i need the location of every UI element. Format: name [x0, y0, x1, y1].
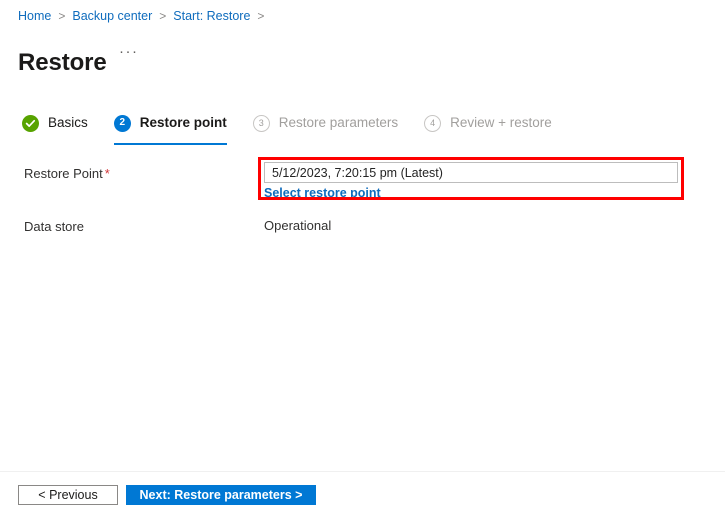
breadcrumb-separator-icon: > [257, 9, 265, 23]
page-title: Restore [18, 49, 107, 77]
wizard-steps: Basics 2 Restore point 3 Restore paramet… [22, 110, 578, 145]
required-asterisk: * [104, 166, 110, 181]
breadcrumb-item-home[interactable]: Home [18, 8, 51, 24]
form-row-data-store: Data store Operational [0, 213, 725, 239]
restore-point-label-text: Restore Point [24, 166, 103, 181]
wizard-step-restore-point[interactable]: 2 Restore point [113, 110, 227, 145]
more-options-icon[interactable]: ··· [117, 41, 141, 63]
footer-divider [0, 471, 725, 472]
wizard-footer: < Previous Next: Restore parameters > [18, 485, 316, 505]
data-store-value: Operational [264, 218, 332, 233]
wizard-step-label-review-restore: Review + restore [450, 115, 552, 130]
previous-button[interactable]: < Previous [18, 485, 118, 505]
wizard-step-basics[interactable]: Basics [22, 110, 88, 136]
breadcrumb-item-start-restore[interactable]: Start: Restore [173, 8, 250, 24]
check-circle-icon [22, 114, 39, 132]
step-number-badge: 2 [113, 114, 131, 132]
wizard-step-label-basics: Basics [48, 115, 88, 130]
restore-point-input[interactable] [264, 162, 678, 183]
breadcrumb-item-backup-center[interactable]: Backup center [72, 8, 152, 24]
wizard-step-label-restore-parameters: Restore parameters [278, 115, 399, 130]
step-number-badge: 3 [252, 114, 270, 132]
wizard-step-restore-parameters[interactable]: 3 Restore parameters [252, 110, 399, 136]
wizard-step-label-restore-point: Restore point [139, 115, 227, 130]
breadcrumb-separator-icon: > [159, 9, 167, 23]
breadcrumb: Home > Backup center > Start: Restore > [18, 8, 271, 24]
breadcrumb-separator-icon: > [58, 9, 66, 23]
restore-point-label: Restore Point * [24, 160, 264, 183]
step-number-badge: 4 [424, 114, 442, 132]
select-restore-point-link[interactable]: Select restore point [264, 185, 381, 201]
data-store-label: Data store [24, 219, 84, 234]
wizard-step-review-restore[interactable]: 4 Review + restore [424, 110, 552, 136]
next-button[interactable]: Next: Restore parameters > [126, 485, 316, 505]
